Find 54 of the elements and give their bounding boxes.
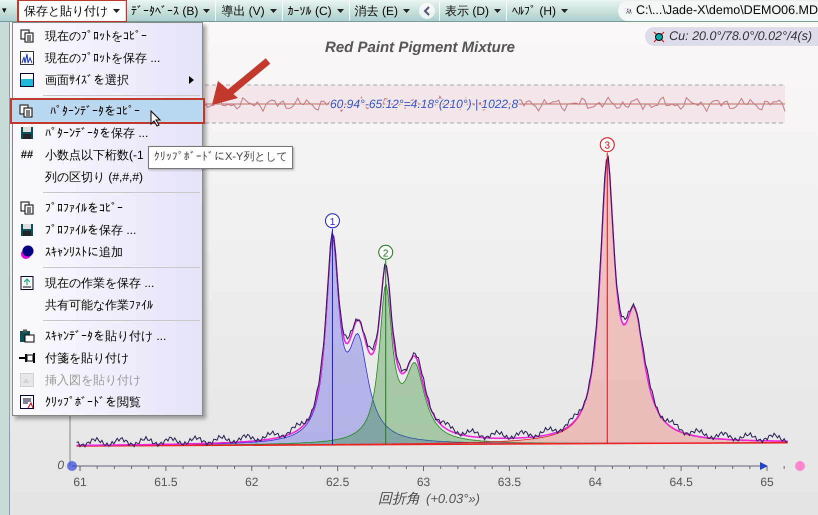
caret-icon	[494, 8, 502, 12]
x-tick-label: 62	[245, 475, 258, 489]
toolbar-menu[interactable]: 表示 (D)	[439, 0, 506, 20]
x-tick-label: 62.5	[326, 475, 350, 489]
picture-icon	[20, 373, 34, 387]
x-tick-label: 64	[588, 475, 602, 489]
back-chevron-icon[interactable]	[419, 2, 436, 18]
menu-item[interactable]: 画面ｻｲｽﾞを選択	[13, 69, 202, 91]
file-path-field[interactable]: C:\...\Jade-X\demo\DEMO06.MD	[618, 0, 818, 20]
toolbar-menu[interactable]: ﾃﾞｰﾀﾍﾞｰｽ (B)	[125, 0, 216, 20]
copy-icon	[20, 29, 34, 43]
copy-icon	[20, 201, 34, 215]
copy-icon	[19, 104, 33, 118]
x-tick-label: 61	[73, 475, 87, 489]
x-tick-label: 65	[760, 475, 774, 489]
x-tick-label: 64.5	[669, 475, 693, 489]
toolbar-menu[interactable]: ﾍﾙﾌﾟ (H)	[506, 0, 574, 20]
menu-item[interactable]: ﾊﾟﾀｰﾝﾃﾞｰﾀを保存 ...	[13, 122, 202, 144]
pin-icon	[19, 352, 35, 364]
caret-icon	[561, 8, 568, 12]
file-path: C:\...\Jade-X\demo\DEMO06.MD	[636, 2, 818, 20]
range-end-handle[interactable]	[795, 461, 805, 471]
menu-item[interactable]: 現在のﾌﾟﾛｯﾄを保存 ...	[13, 47, 202, 69]
submenu-arrow-icon	[189, 76, 194, 84]
notepad-icon	[20, 395, 34, 409]
window-icon	[20, 73, 34, 87]
x-tick-label: 61.5	[154, 475, 178, 489]
chart-icon	[20, 51, 34, 65]
caret-icon	[203, 8, 210, 12]
x-tick-label: 63	[416, 475, 430, 489]
caret-icon	[113, 8, 120, 12]
hash-icon: ##	[20, 150, 34, 160]
menu-item[interactable]: 現在のﾌﾟﾛｯﾄをｺﾋﾟｰ	[13, 25, 202, 47]
plot-title: Red Paint Pigment Mixture	[324, 39, 516, 56]
caret-icon	[403, 8, 410, 12]
moon-dot-icon	[20, 245, 34, 259]
mouse-pointer-icon	[150, 110, 161, 127]
range-start-handle[interactable]	[67, 461, 77, 471]
toolbar-menu[interactable]: ｶｰｿﾙ (C)	[282, 0, 349, 20]
clipboard-icon	[19, 329, 35, 343]
x-tick-label: 63.5	[498, 475, 522, 489]
menu-item[interactable]: ﾊﾟﾀｰﾝﾃﾞｰﾀをｺﾋﾟｰ	[12, 100, 203, 122]
callout-arrow	[210, 58, 270, 108]
caret-icon[interactable]: ▾	[0, 4, 9, 18]
tube-icon	[653, 30, 666, 42]
x-axis-title: 回折角	[378, 490, 420, 506]
toolbar-menu[interactable]: 保存と貼り付け	[19, 0, 125, 20]
offset-label: (+0.03°»)	[426, 491, 480, 506]
radiation-source-label: Cu: 20.0°/78.0°/0.02°/4(s)	[645, 27, 818, 46]
y-axis-zero-label: 0	[57, 458, 64, 472]
toolbar-menu[interactable]: 消去 (E)	[348, 0, 416, 20]
toolbar-menu[interactable]: 導出 (V)	[215, 0, 282, 20]
caret-icon	[270, 8, 277, 12]
caret-icon	[336, 8, 344, 12]
